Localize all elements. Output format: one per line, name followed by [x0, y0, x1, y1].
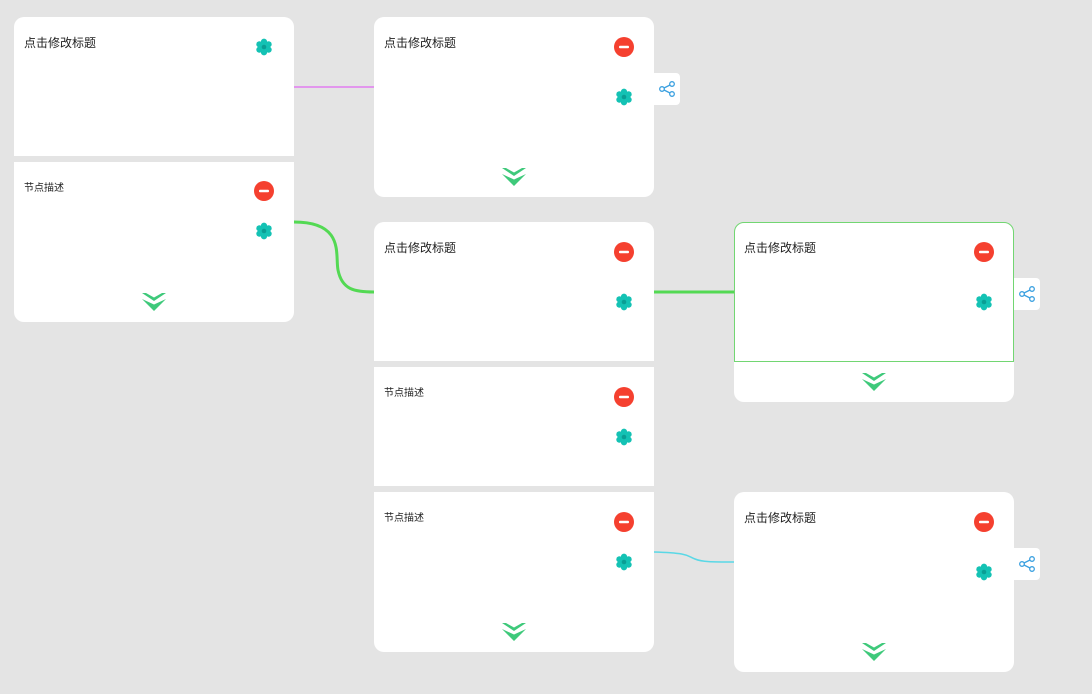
node-title[interactable]: 点击修改标题	[384, 36, 456, 50]
double-chevron-down-icon[interactable]	[141, 292, 167, 312]
node-title[interactable]: 点击修改标题	[744, 511, 816, 525]
double-chevron-down-icon[interactable]	[861, 642, 887, 662]
gear-icon[interactable]	[254, 221, 274, 241]
gear-icon[interactable]	[614, 292, 634, 312]
node-card-n3[interactable]: 点击修改标题	[374, 222, 654, 361]
minus-circle-icon[interactable]	[614, 242, 634, 262]
double-chevron-down-icon[interactable]	[501, 622, 527, 642]
share-icon[interactable]	[654, 73, 680, 105]
node-card-n4[interactable]: 点击修改标题	[734, 222, 1014, 362]
minus-circle-icon[interactable]	[974, 512, 994, 532]
node-description-n3-1[interactable]: 节点描述	[374, 367, 654, 486]
node-card-n1[interactable]: 点击修改标题	[14, 17, 294, 156]
gear-icon[interactable]	[614, 552, 634, 572]
node-description-text[interactable]: 节点描述	[384, 513, 424, 525]
node-title[interactable]: 点击修改标题	[744, 241, 816, 255]
minus-circle-icon[interactable]	[254, 181, 274, 201]
share-icon[interactable]	[1014, 548, 1040, 580]
gear-icon[interactable]	[974, 562, 994, 582]
node-title[interactable]: 点击修改标题	[24, 36, 96, 50]
node-description-text[interactable]: 节点描述	[384, 388, 424, 400]
node-title[interactable]: 点击修改标题	[384, 241, 456, 255]
node-description-n1[interactable]: 节点描述	[14, 162, 294, 322]
gear-icon[interactable]	[974, 292, 994, 312]
gear-icon[interactable]	[614, 87, 634, 107]
minus-circle-icon[interactable]	[974, 242, 994, 262]
minus-circle-icon[interactable]	[614, 512, 634, 532]
gear-icon[interactable]	[614, 427, 634, 447]
minus-circle-icon[interactable]	[614, 37, 634, 57]
gear-icon[interactable]	[254, 37, 274, 57]
double-chevron-down-icon[interactable]	[861, 372, 887, 392]
node-footer-n4	[734, 362, 1014, 402]
minus-circle-icon[interactable]	[614, 387, 634, 407]
node-card-n5[interactable]: 点击修改标题	[734, 492, 1014, 672]
node-description-n3-2[interactable]: 节点描述	[374, 492, 654, 652]
connector-n3-n5	[653, 551, 735, 563]
node-card-n2[interactable]: 点击修改标题	[374, 17, 654, 197]
node-description-text[interactable]: 节点描述	[24, 183, 64, 195]
double-chevron-down-icon[interactable]	[501, 167, 527, 187]
connector-n1-n3	[293, 220, 375, 294]
share-icon[interactable]	[1014, 278, 1040, 310]
